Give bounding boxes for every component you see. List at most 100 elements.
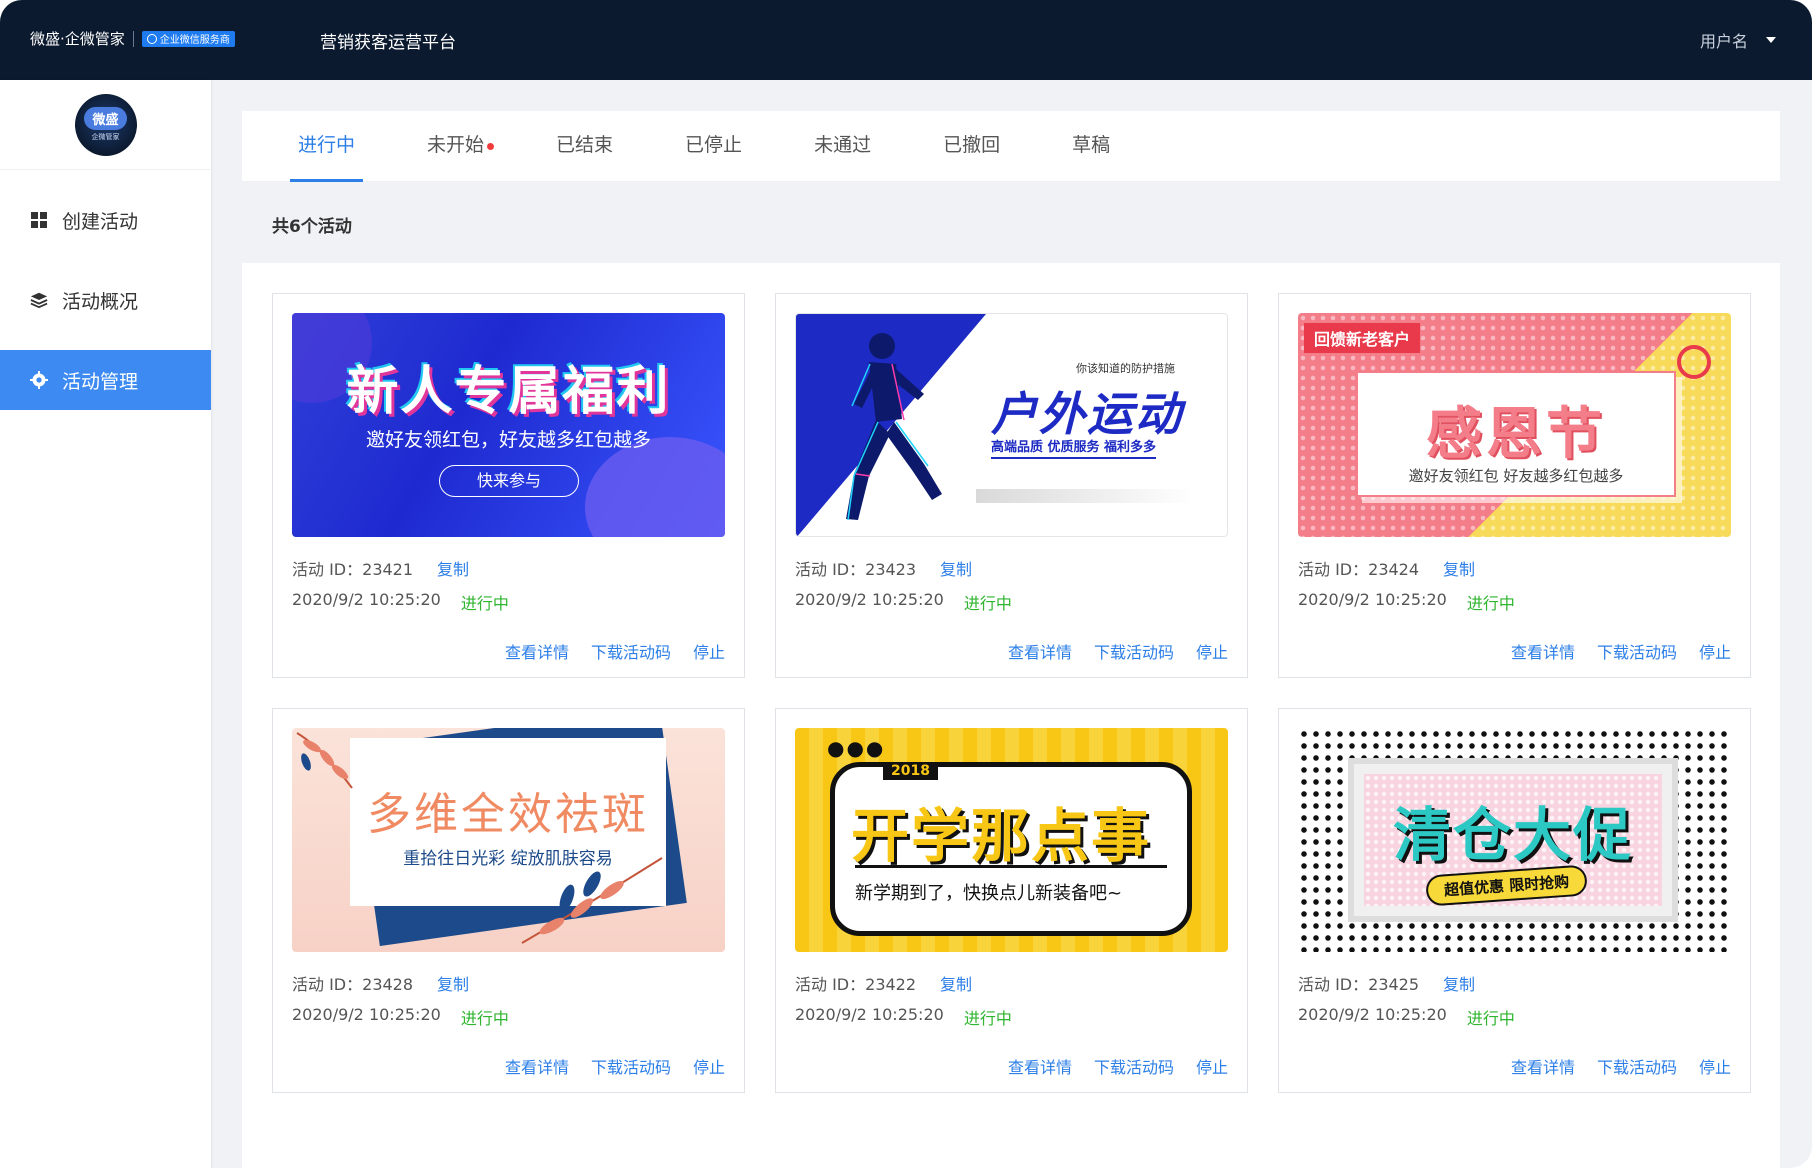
tab-in-progress[interactable]: 进行中 (290, 111, 364, 182)
app-logo[interactable]: 微盛 企微管家 (74, 93, 137, 156)
banner-panel: 清仓大促 超值优惠 限时抢购 (1348, 758, 1678, 922)
download-code-link[interactable]: 下载活动码 (591, 639, 671, 663)
badge-label: 企业微信服务商 (159, 35, 230, 46)
tab-ended[interactable]: 已结束 (548, 111, 621, 182)
view-details-link[interactable]: 查看详情 (1511, 1054, 1575, 1078)
status-badge: 进行中 (963, 1009, 1012, 1028)
activity-id-row: 活动 ID：23425 复制 (1298, 971, 1475, 995)
stop-link[interactable]: 停止 (693, 639, 725, 663)
main-content: 进行中 未开始 已结束 已停止 未通过 已撤回 草稿 共6个活动 新人专属福利 … (242, 111, 1780, 1168)
tab-rejected[interactable]: 未通过 (806, 111, 879, 182)
banner-join-button: 快来参与 (439, 465, 579, 497)
activity-banner[interactable]: 清仓大促 超值优惠 限时抢购 (1298, 728, 1731, 952)
activity-time: 2020/9/2 10:25:20 (1298, 590, 1447, 609)
tab-label: 未通过 (814, 134, 872, 156)
activity-id: 23422 (865, 975, 917, 994)
view-details-link[interactable]: 查看详情 (1008, 1054, 1072, 1078)
stop-link[interactable]: 停止 (1699, 1054, 1731, 1078)
tab-stopped[interactable]: 已停止 (677, 111, 750, 182)
stop-link[interactable]: 停止 (1699, 639, 1731, 663)
sidebar-item-activity-overview[interactable]: 活动概况 (0, 270, 211, 330)
leaf-icon (521, 857, 663, 944)
view-details-link[interactable]: 查看详情 (1511, 639, 1575, 663)
activity-banner[interactable]: 你该知道的防护措施 户外运动 高端品质 优质服务 福利多多 (795, 313, 1228, 537)
copy-link[interactable]: 复制 (940, 971, 972, 995)
activity-count: 共6个活动 (272, 217, 352, 237)
tab-label: 已结束 (556, 134, 614, 156)
grid-icon (30, 211, 48, 229)
app-frame: 微盛·企微管家 企业微信服务商 营销获客运营平台 用户名 微盛 企微管家 创建活… (0, 0, 1812, 1168)
runner-illustration (846, 333, 942, 521)
activity-time: 2020/9/2 10:25:20 (292, 1005, 441, 1024)
banner-panel: 感恩节 邀好友领红包 好友越多红包越多 (1356, 371, 1676, 497)
copy-link[interactable]: 复制 (437, 971, 469, 995)
brand-name: 微盛·企微管家 (30, 30, 125, 48)
tab-label: 已停止 (685, 134, 743, 156)
activity-banner[interactable]: 新人专属福利 邀好友领红包，好友越多红包越多 快来参与 (292, 313, 725, 537)
sidebar-item-create-activity[interactable]: 创建活动 (0, 190, 211, 250)
card-actions: 查看详情 下载活动码 停止 (505, 1054, 725, 1078)
decor-dots: ●●● (827, 736, 886, 760)
status-badge: 进行中 (460, 1009, 509, 1028)
banner-title: 开学那点事 (851, 802, 1152, 870)
user-name: 用户名 (1699, 32, 1748, 51)
activity-id-label: 活动 ID： (292, 560, 363, 579)
user-menu[interactable]: 用户名 (1700, 28, 1776, 52)
stop-link[interactable]: 停止 (693, 1054, 725, 1078)
activity-time-row: 2020/9/2 10:25:20 进行中 (292, 590, 509, 614)
banner-inner: 清仓大促 超值优惠 限时抢购 (1364, 774, 1662, 907)
activity-time: 2020/9/2 10:25:20 (795, 1005, 944, 1024)
activity-card: 清仓大促 超值优惠 限时抢购 活动 ID：23425 复制 2020/9/2 1… (1278, 708, 1751, 1093)
summary-bar: 共6个活动 (242, 182, 1780, 263)
stop-link[interactable]: 停止 (1196, 639, 1228, 663)
tab-withdrawn[interactable]: 已撤回 (935, 111, 1008, 182)
banner-title: 清仓大促 (1392, 801, 1633, 869)
tab-not-started[interactable]: 未开始 (419, 111, 495, 182)
tab-label: 草稿 (1072, 134, 1111, 156)
card-actions: 查看详情 下载活动码 停止 (1511, 1054, 1731, 1078)
download-code-link[interactable]: 下载活动码 (591, 1054, 671, 1078)
activity-id-row: 活动 ID：23424 复制 (1298, 556, 1475, 580)
activity-time-row: 2020/9/2 10:25:20 进行中 (795, 590, 1012, 614)
activity-card: 回馈新老客户 感恩节 邀好友领红包 好友越多红包越多 活动 ID：23424 复… (1278, 293, 1751, 678)
copy-link[interactable]: 复制 (437, 556, 469, 580)
copy-link[interactable]: 复制 (1443, 556, 1475, 580)
activity-time: 2020/9/2 10:25:20 (795, 590, 944, 609)
activity-banner[interactable]: ●●● 开学那点事 新学期到了，快换点儿新装备吧~ 2018 (795, 728, 1228, 952)
decor-ring (1677, 345, 1711, 379)
status-tabs: 进行中 未开始 已结束 已停止 未通过 已撤回 草稿 (242, 111, 1780, 182)
download-code-link[interactable]: 下载活动码 (1094, 1054, 1174, 1078)
activity-id: 23428 (362, 975, 414, 994)
logo-subtext: 企微管家 (91, 133, 120, 141)
card-actions: 查看详情 下载活动码 停止 (1008, 1054, 1228, 1078)
banner-title: 感恩节 (1426, 402, 1606, 467)
activity-time-row: 2020/9/2 10:25:20 进行中 (795, 1005, 1012, 1029)
stop-link[interactable]: 停止 (1196, 1054, 1228, 1078)
activity-card: ●●● 开学那点事 新学期到了，快换点儿新装备吧~ 2018 活动 ID：234… (775, 708, 1248, 1093)
activity-banner[interactable]: 回馈新老客户 感恩节 邀好友领红包 好友越多红包越多 (1298, 313, 1731, 537)
banner-subtitle: 高端品质 优质服务 福利多多 (991, 436, 1157, 459)
sidebar-item-activity-management[interactable]: 活动管理 (0, 350, 211, 410)
tab-label: 进行中 (298, 134, 356, 156)
view-details-link[interactable]: 查看详情 (505, 1054, 569, 1078)
download-code-link[interactable]: 下载活动码 (1597, 639, 1677, 663)
activity-id-label: 活动 ID： (1298, 975, 1369, 994)
download-code-link[interactable]: 下载活动码 (1597, 1054, 1677, 1078)
activity-time-row: 2020/9/2 10:25:20 进行中 (1298, 1005, 1515, 1029)
brand[interactable]: 微盛·企微管家 企业微信服务商 (30, 28, 235, 49)
view-details-link[interactable]: 查看详情 (1008, 639, 1072, 663)
copy-link[interactable]: 复制 (940, 556, 972, 580)
tab-label: 已撤回 (943, 134, 1001, 156)
banner-title: 户外运动 (991, 387, 1183, 441)
download-code-link[interactable]: 下载活动码 (1094, 639, 1174, 663)
tab-drafts[interactable]: 草稿 (1064, 111, 1118, 182)
layers-icon (30, 291, 48, 309)
banner-divider (855, 865, 1167, 868)
activity-banner[interactable]: 多维全效祛斑 重拾往日光彩 绽放肌肤容易 (292, 728, 725, 952)
activity-card: 新人专属福利 邀好友领红包，好友越多红包越多 快来参与 活动 ID：23421 … (272, 293, 745, 678)
copy-link[interactable]: 复制 (1443, 971, 1475, 995)
view-details-link[interactable]: 查看详情 (505, 639, 569, 663)
activity-id-label: 活动 ID： (795, 975, 866, 994)
activity-id-label: 活动 ID： (1298, 560, 1369, 579)
activity-id-row: 活动 ID：23423 复制 (795, 556, 972, 580)
